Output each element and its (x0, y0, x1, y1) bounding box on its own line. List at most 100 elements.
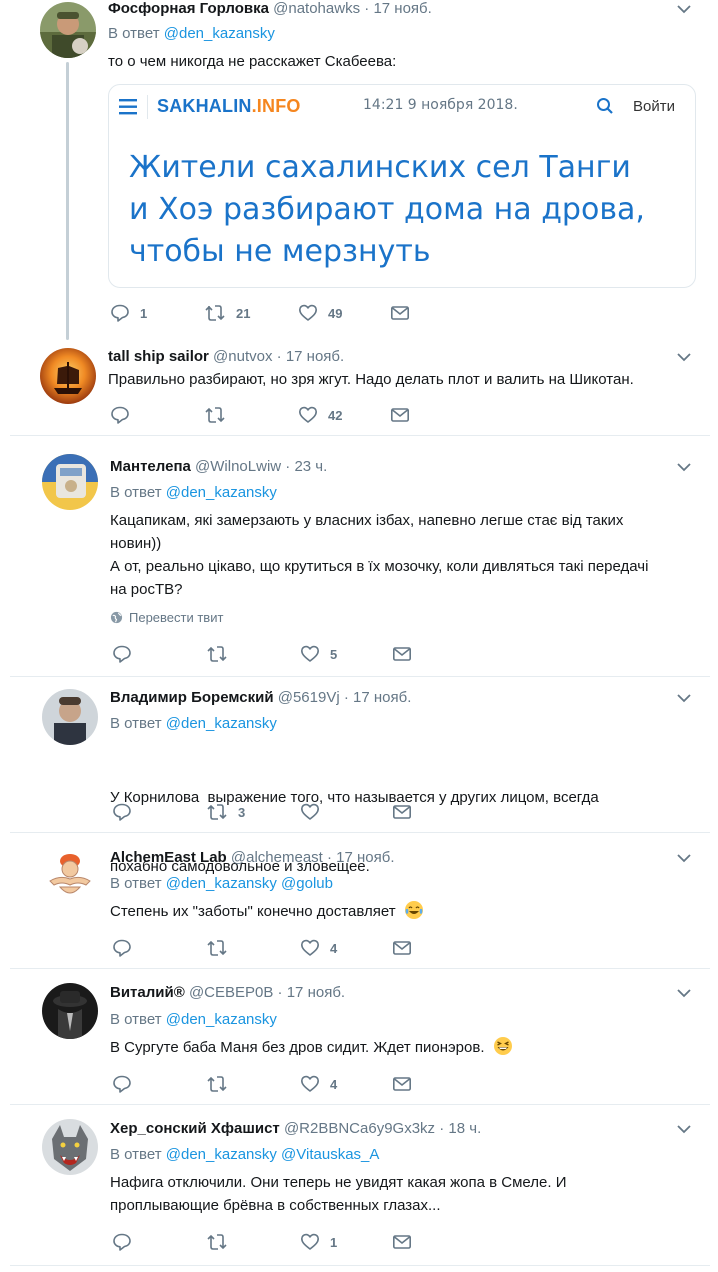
reply-action[interactable]: 1 (110, 303, 147, 323)
timestamp[interactable]: 18 ч. (448, 1120, 481, 1137)
dm-action[interactable] (392, 938, 412, 958)
mention-link[interactable]: @den_kazansky (164, 25, 275, 42)
reply-action[interactable] (112, 644, 142, 664)
card-divider (147, 95, 148, 119)
display-name[interactable]: AlchemEast Lab (110, 849, 227, 866)
reply-action[interactable] (112, 1074, 142, 1094)
reply-action[interactable] (112, 938, 142, 958)
dm-action[interactable] (392, 1232, 412, 1252)
user-handle[interactable]: @natohawks (273, 0, 360, 17)
user-handle[interactable]: @R2BBNCa6y9Gx3kz (284, 1120, 435, 1137)
mention-link[interactable]: @golub (281, 875, 333, 892)
tweet-6[interactable]: Виталий® @CEBEP0B · 17 нояб. В ответ @de… (0, 969, 718, 1104)
timestamp[interactable]: 17 нояб. (287, 984, 345, 1001)
retweet-action[interactable]: 21 (204, 303, 250, 323)
translate-link[interactable]: Перевести твит (110, 610, 223, 625)
retweet-action[interactable] (206, 938, 238, 958)
text-content: Степень их "заботы" конечно доставляет (110, 903, 396, 920)
display-name[interactable]: Фосфорная Горловка (108, 0, 269, 17)
display-name[interactable]: tall ship sailor (108, 348, 209, 365)
retweet-action[interactable] (206, 1074, 238, 1094)
mention-link[interactable]: @den_kazansky (166, 875, 277, 892)
user-handle[interactable]: @nutvox (213, 348, 272, 365)
text-line: на росТВ? (110, 581, 183, 598)
tweet-2[interactable]: tall ship sailor @nutvox · 17 нояб. Прав… (0, 340, 718, 436)
reply-context: В ответ @den_kazansky (110, 484, 277, 502)
mention-link[interactable]: @den_kazansky (166, 484, 277, 501)
like-count: 5 (330, 646, 338, 662)
envelope-icon (390, 408, 409, 422)
mention-link[interactable]: @den_kazansky (166, 715, 277, 732)
mention-link[interactable]: @den_kazansky (166, 1146, 277, 1163)
like-action[interactable]: 42 (298, 405, 342, 425)
retweet-action[interactable] (206, 644, 238, 664)
retweet-action[interactable]: 3 (206, 802, 245, 822)
chevron-down-icon[interactable] (676, 1, 692, 17)
envelope-icon (390, 306, 409, 320)
timestamp[interactable]: 17 нояб. (286, 348, 344, 365)
timestamp[interactable]: 17 нояб. (336, 849, 394, 866)
heart-icon (301, 939, 319, 956)
tweet-actions: 4 (110, 938, 430, 958)
avatar[interactable] (40, 2, 96, 58)
user-handle[interactable]: @alchemeast (231, 849, 323, 866)
tweet-7[interactable]: Хер_сонский Хфашист @R2BBNCa6y9Gx3kz · 1… (0, 1105, 718, 1265)
avatar[interactable] (42, 689, 98, 745)
reply-prefix: В ответ (110, 875, 162, 892)
avatar[interactable] (42, 847, 98, 903)
dm-action[interactable] (390, 405, 410, 425)
display-name[interactable]: Владимир Боремский (110, 689, 274, 706)
like-action[interactable]: 4 (300, 938, 337, 958)
tweet-4[interactable]: Владимир Боремский @5619Vj · 17 нояб. В … (0, 677, 718, 875)
user-handle[interactable]: @5619Vj (278, 689, 340, 706)
user-handle[interactable]: @WilnoLwiw (195, 458, 281, 475)
chevron-down-icon[interactable] (676, 850, 692, 866)
envelope-icon (392, 1235, 411, 1249)
like-action[interactable] (300, 802, 330, 822)
separator-dot: · (364, 0, 370, 17)
mention-link[interactable]: @den_kazansky (166, 1011, 277, 1028)
user-handle[interactable]: @CEBEP0B (189, 984, 273, 1001)
chevron-down-icon[interactable] (676, 349, 692, 365)
chevron-down-icon[interactable] (676, 1121, 692, 1137)
timestamp[interactable]: 17 нояб. (353, 689, 411, 706)
tweet-5[interactable]: AlchemEast Lab @alchemeast · 17 нояб. В … (0, 833, 718, 968)
dm-action[interactable] (392, 802, 412, 822)
like-action[interactable]: 49 (298, 303, 342, 323)
reply-prefix: В ответ (110, 1011, 162, 1028)
chevron-down-icon[interactable] (676, 459, 692, 475)
display-name[interactable]: Хер_сонский Хфашист (110, 1120, 280, 1137)
reply-icon (113, 803, 131, 821)
reply-context: В ответ @den_kazansky @golub (110, 875, 333, 893)
timestamp[interactable]: 17 нояб. (373, 0, 431, 17)
retweet-action[interactable] (206, 1232, 238, 1252)
avatar[interactable] (42, 1119, 98, 1175)
tweet-actions: 4 (110, 1074, 430, 1094)
display-name[interactable]: Виталий® (110, 984, 185, 1001)
tweet-1[interactable]: Фосфорная Горловка @natohawks · 17 нояб.… (0, 0, 718, 340)
chevron-down-icon[interactable] (676, 690, 692, 706)
reply-action[interactable] (112, 802, 142, 822)
avatar[interactable] (40, 348, 96, 404)
dm-action[interactable] (392, 1074, 412, 1094)
dm-action[interactable] (392, 644, 412, 664)
tweet-header: Владимир Боремский @5619Vj · 17 нояб. (110, 689, 411, 707)
like-action[interactable]: 4 (300, 1074, 337, 1094)
avatar[interactable] (42, 983, 98, 1039)
reply-action[interactable] (112, 1232, 142, 1252)
reply-context: В ответ @den_kazansky (110, 715, 277, 733)
link-card[interactable]: SAKHALIN.INFO 14:21 9 ноября 2018. Войти… (108, 84, 696, 288)
like-action[interactable]: 5 (300, 644, 337, 664)
display-name[interactable]: Мантелепа (110, 458, 191, 475)
mention-link[interactable]: @Vitauskas_A (281, 1146, 379, 1163)
reply-action[interactable] (110, 405, 140, 425)
dm-action[interactable] (390, 303, 410, 323)
retweet-action[interactable] (204, 405, 236, 425)
tweet-3[interactable]: Мантелепа @WilnoLwiw · 23 ч. В ответ @de… (0, 436, 718, 676)
card-headline: Жители сахалинских сел Танги и Хоэ разби… (129, 147, 645, 273)
like-action[interactable]: 1 (300, 1232, 337, 1252)
avatar[interactable] (42, 454, 98, 510)
timestamp[interactable]: 23 ч. (294, 458, 327, 475)
chevron-down-icon[interactable] (676, 985, 692, 1001)
card-datetime: 14:21 9 ноября 2018. (363, 97, 518, 113)
